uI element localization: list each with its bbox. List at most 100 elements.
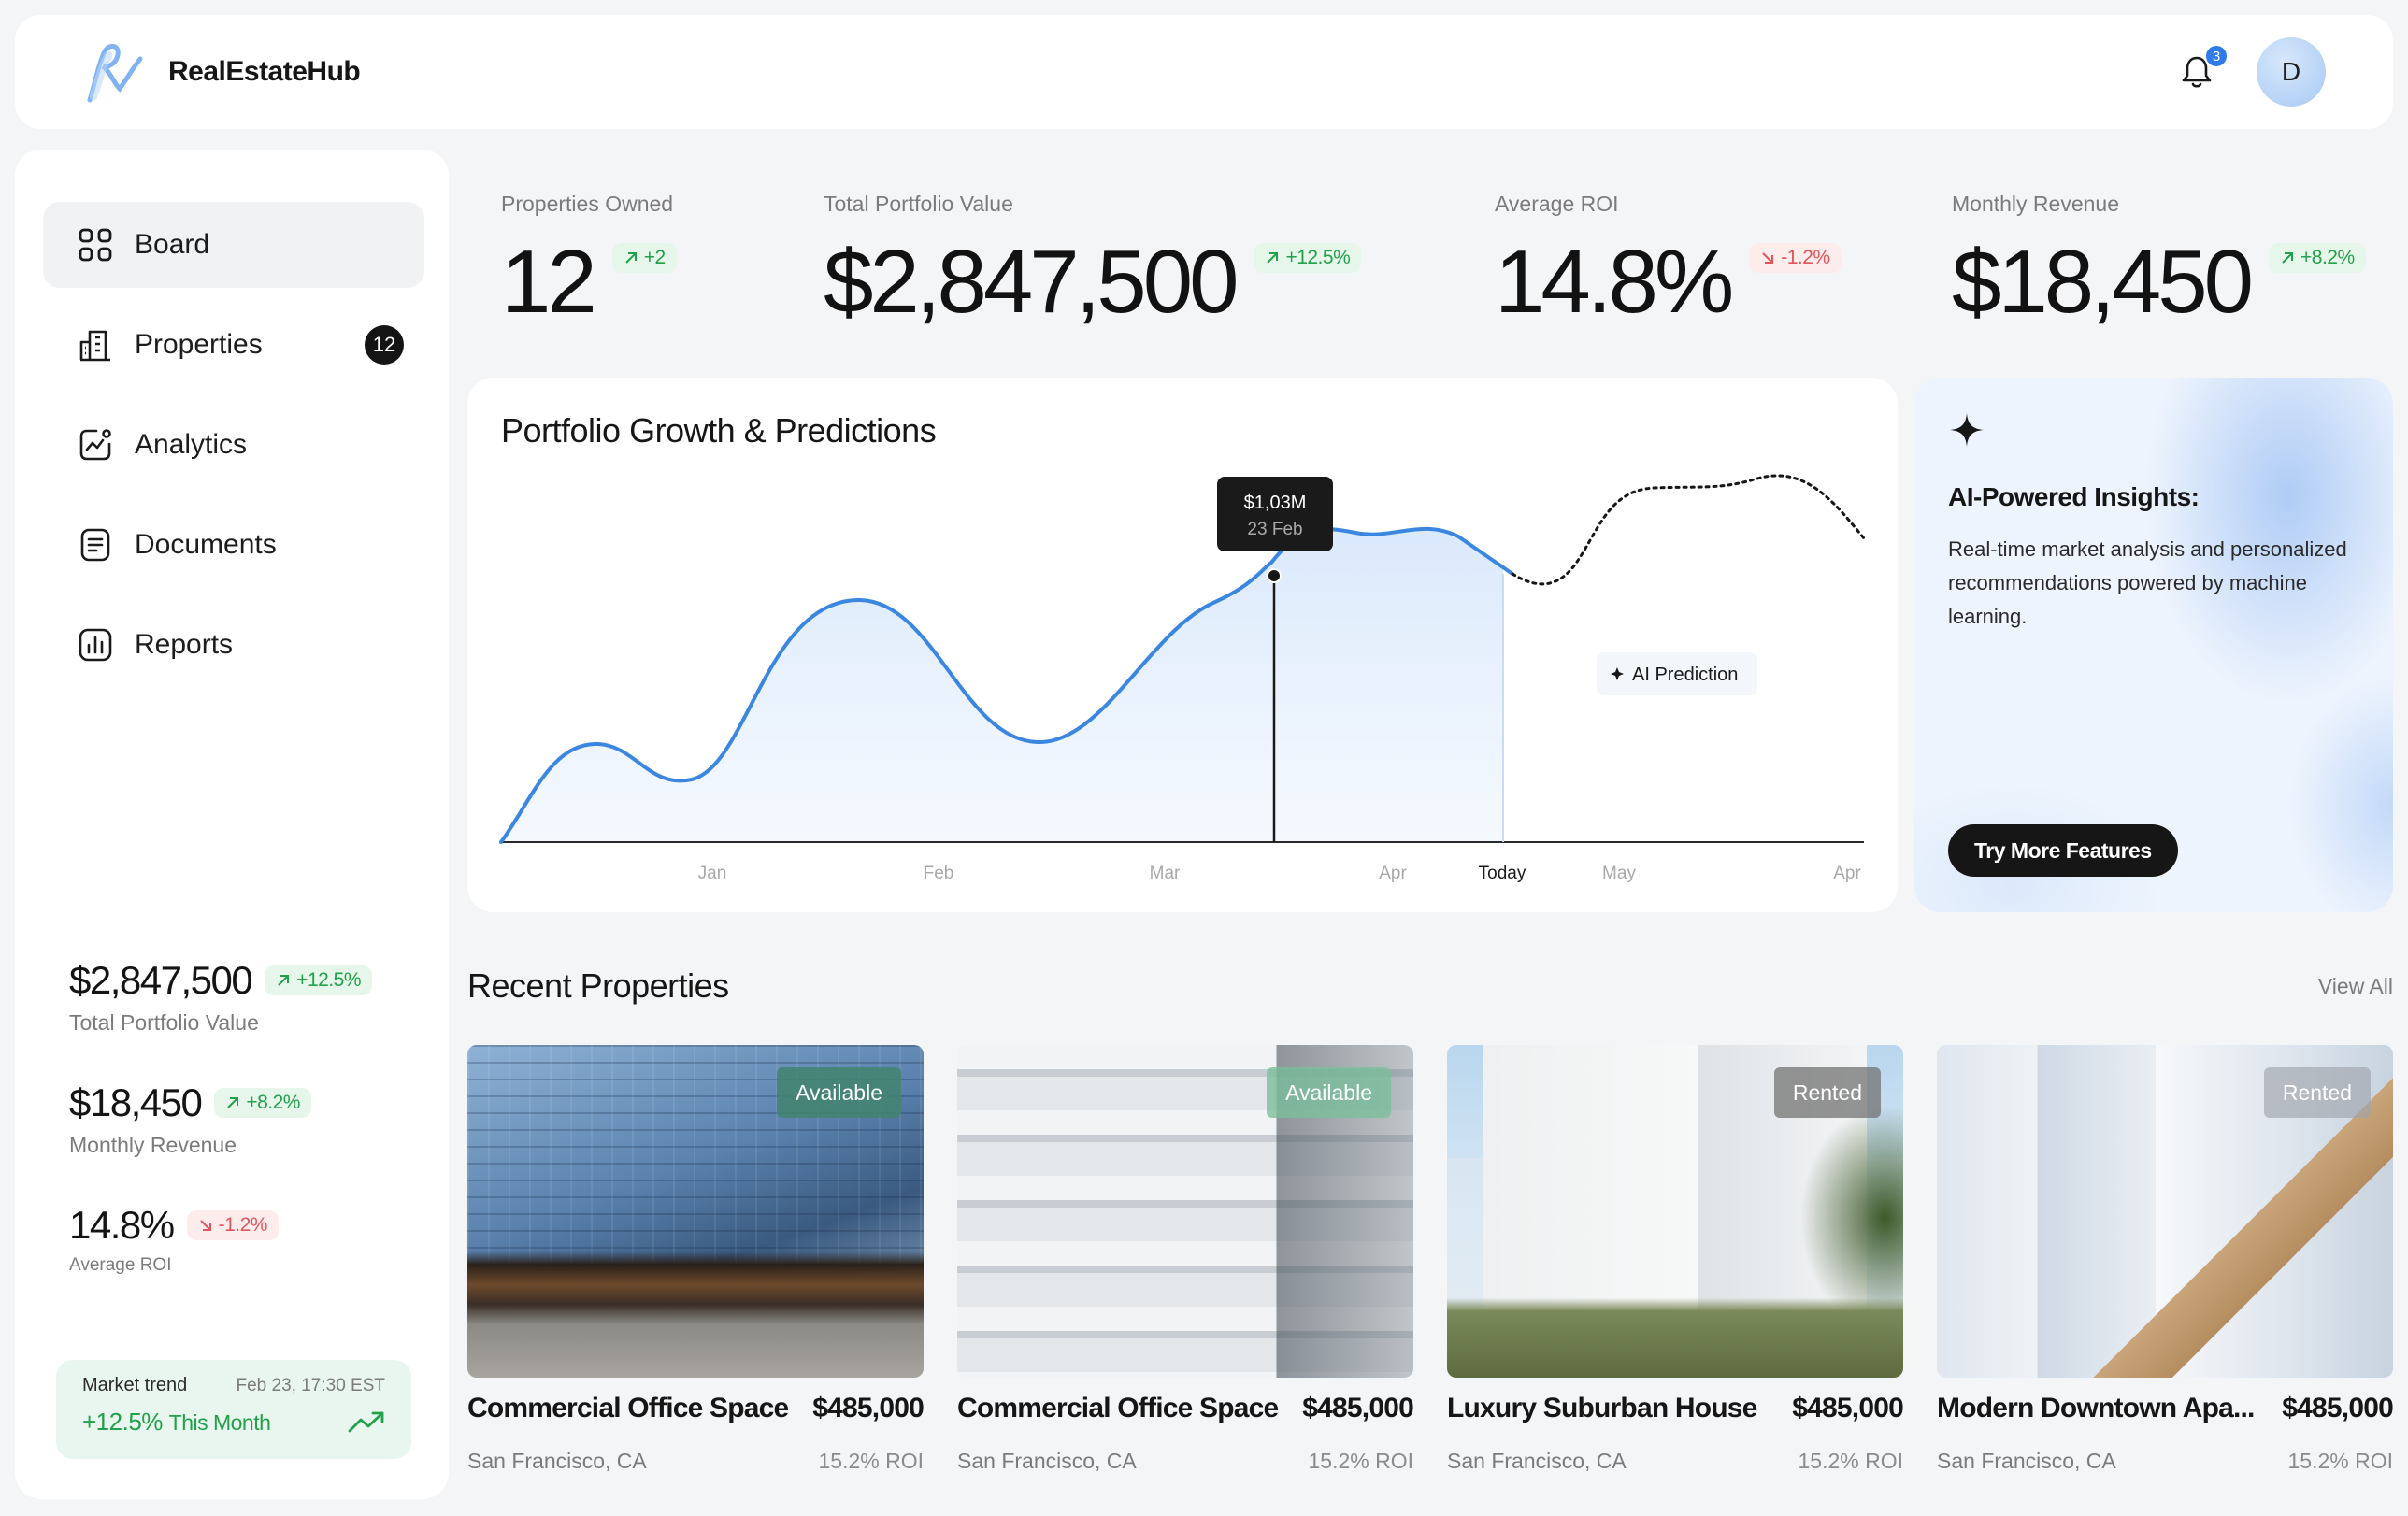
arrow-up-right-icon xyxy=(227,1097,239,1108)
property-image: Available xyxy=(467,1045,924,1378)
sidebar-item-label: Board xyxy=(135,229,210,260)
stat-label: Average ROI xyxy=(69,1255,172,1275)
kpi-row: Properties Owned 12 +2 Total Portfolio V… xyxy=(501,192,2389,332)
try-more-features-button[interactable]: Try More Features xyxy=(1948,824,2178,877)
sidebar-item-documents[interactable]: Documents xyxy=(43,502,424,588)
change-text: +2 xyxy=(643,247,666,268)
x-tick-label: Feb xyxy=(924,864,954,883)
change-text: +8.2% xyxy=(246,1092,300,1113)
brand-name: RealEstateHub xyxy=(168,56,361,87)
kpi-properties-owned: Properties Owned 12 +2 xyxy=(501,192,677,327)
kpi-label: Total Portfolio Value xyxy=(824,192,1013,216)
property-title: Commercial Office Space xyxy=(467,1393,789,1423)
arrow-up-right-icon xyxy=(625,252,637,264)
property-card[interactable]: Available Commercial Office Space $485,0… xyxy=(957,1045,1414,1474)
kpi-label: Monthly Revenue xyxy=(1952,192,2119,216)
status-badge: Available xyxy=(1267,1067,1391,1118)
sidebar-stat-roi: 14.8% -1.2% Average ROI xyxy=(69,1203,424,1276)
trend-up-badge: +8.2% xyxy=(2269,243,2366,273)
kpi-value: $18,450 xyxy=(1952,232,2254,332)
property-price: $485,000 xyxy=(1792,1393,1904,1423)
portfolio-growth-chart[interactable]: $1,03M 23 Feb AI Prediction Jan Feb Mar … xyxy=(467,378,1898,912)
sidebar-stat-portfolio: $2,847,500 +12.5% Total Portfolio Value xyxy=(69,958,424,1036)
property-title: Commercial Office Space xyxy=(957,1393,1279,1423)
change-text: -1.2% xyxy=(1781,247,1830,268)
trend-down-badge: -1.2% xyxy=(186,1210,279,1240)
market-trend-suffix: This Month xyxy=(168,1410,271,1435)
sparkle-icon xyxy=(1950,413,1984,447)
sidebar-item-label: Documents xyxy=(135,529,277,560)
change-text: +8.2% xyxy=(2300,247,2355,268)
property-card[interactable]: Rented Modern Downtown Apa... $485,000 S… xyxy=(1937,1045,2394,1474)
kpi-label: Properties Owned xyxy=(501,192,674,216)
ai-insights-title: AI-Powered Insights: xyxy=(1948,482,2200,511)
property-location: San Francisco, CA xyxy=(1447,1449,1627,1473)
arrow-up-right-icon xyxy=(278,975,290,986)
sidebar-item-board[interactable]: Board xyxy=(43,202,424,288)
kpi-portfolio-value: Total Portfolio Value $2,847,500 +12.5% xyxy=(824,192,1362,332)
property-image: Available xyxy=(957,1045,1413,1378)
brand[interactable]: RealEstateHub xyxy=(82,35,361,109)
user-avatar[interactable]: D xyxy=(2257,37,2326,107)
recent-properties-title: Recent Properties xyxy=(467,966,729,1005)
sidebar-nav: Board Properties 12 Analytics Documents xyxy=(43,202,424,702)
property-price: $485,000 xyxy=(812,1393,924,1423)
tooltip-box xyxy=(1217,477,1333,551)
sidebar-item-label: Reports xyxy=(135,629,234,660)
notifications-button[interactable]: 3 xyxy=(2176,44,2229,93)
properties-count-badge: 12 xyxy=(365,325,404,365)
stat-value: 14.8% xyxy=(69,1203,175,1247)
portfolio-growth-card: Portfolio Growth & Predictions $1,03M 23… xyxy=(467,378,1898,912)
tooltip-marker-dot[interactable] xyxy=(1267,568,1282,583)
sidebar: Board Properties 12 Analytics Documents xyxy=(15,150,449,1499)
property-image: Rented xyxy=(1447,1045,1903,1378)
sidebar-item-analytics[interactable]: Analytics xyxy=(43,402,424,488)
kpi-value: 12 xyxy=(501,232,597,332)
trending-up-icon xyxy=(348,1411,384,1432)
stat-value: $18,450 xyxy=(69,1080,203,1124)
sidebar-stats: $2,847,500 +12.5% Total Portfolio Value … xyxy=(69,958,424,1321)
property-roi: 15.2% ROI xyxy=(818,1449,924,1473)
tooltip-date: 23 Feb xyxy=(1247,520,1302,539)
recent-properties-list: Available Commercial Office Space $485,0… xyxy=(467,1045,2394,1484)
notification-badge: 3 xyxy=(2204,44,2229,68)
sidebar-item-label: Properties xyxy=(135,329,263,360)
kpi-label: Average ROI xyxy=(1495,192,1619,216)
property-card[interactable]: Available Commercial Office Space $485,0… xyxy=(467,1045,924,1474)
x-tick-label-today: Today xyxy=(1479,864,1526,883)
ai-prediction-label: AI Prediction xyxy=(1632,665,1738,685)
market-trend-title: Market trend xyxy=(82,1375,188,1395)
market-trend-card[interactable]: Market trend Feb 23, 17:30 EST +12.5% Th… xyxy=(56,1360,411,1459)
sidebar-item-properties[interactable]: Properties 12 xyxy=(43,302,424,388)
stat-label: Total Portfolio Value xyxy=(69,1010,259,1035)
property-location: San Francisco, CA xyxy=(467,1449,647,1473)
ai-insights-card: AI-Powered Insights: Real-time market an… xyxy=(1914,378,2393,912)
status-badge: Rented xyxy=(2263,1067,2371,1118)
bar-chart-icon xyxy=(77,626,114,664)
trend-up-badge: +12.5% xyxy=(265,965,373,995)
analytics-icon xyxy=(77,426,114,464)
chart-area-fill xyxy=(501,528,1503,842)
top-actions: 3 D xyxy=(2176,37,2326,107)
property-roi: 15.2% ROI xyxy=(2287,1449,2394,1473)
x-tick-label: Apr xyxy=(1379,864,1407,883)
arrow-down-right-icon xyxy=(199,1220,211,1231)
sidebar-item-label: Analytics xyxy=(135,429,248,460)
building-icon xyxy=(77,326,114,364)
property-card[interactable]: Rented Luxury Suburban House $485,000 Sa… xyxy=(1447,1045,1904,1474)
kpi-value: $2,847,500 xyxy=(824,232,1239,332)
sidebar-item-reports[interactable]: Reports xyxy=(43,602,424,688)
trend-down-badge: -1.2% xyxy=(1749,243,1842,273)
view-all-link[interactable]: View All xyxy=(2318,974,2393,999)
market-trend-percent: +12.5% xyxy=(82,1408,163,1436)
property-location: San Francisco, CA xyxy=(957,1449,1137,1473)
kpi-average-roi: Average ROI 14.8% -1.2% xyxy=(1495,192,1842,327)
change-text: +12.5% xyxy=(296,969,362,991)
change-text: +12.5% xyxy=(1285,247,1351,268)
market-trend-date: Feb 23, 17:30 EST xyxy=(236,1375,386,1395)
trend-up-badge: +8.2% xyxy=(214,1088,311,1118)
document-icon xyxy=(77,526,114,564)
x-tick-label: May xyxy=(1602,864,1636,883)
ai-insights-description: Real-time market analysis and personaliz… xyxy=(1948,537,2347,628)
property-location: San Francisco, CA xyxy=(1937,1449,2116,1473)
